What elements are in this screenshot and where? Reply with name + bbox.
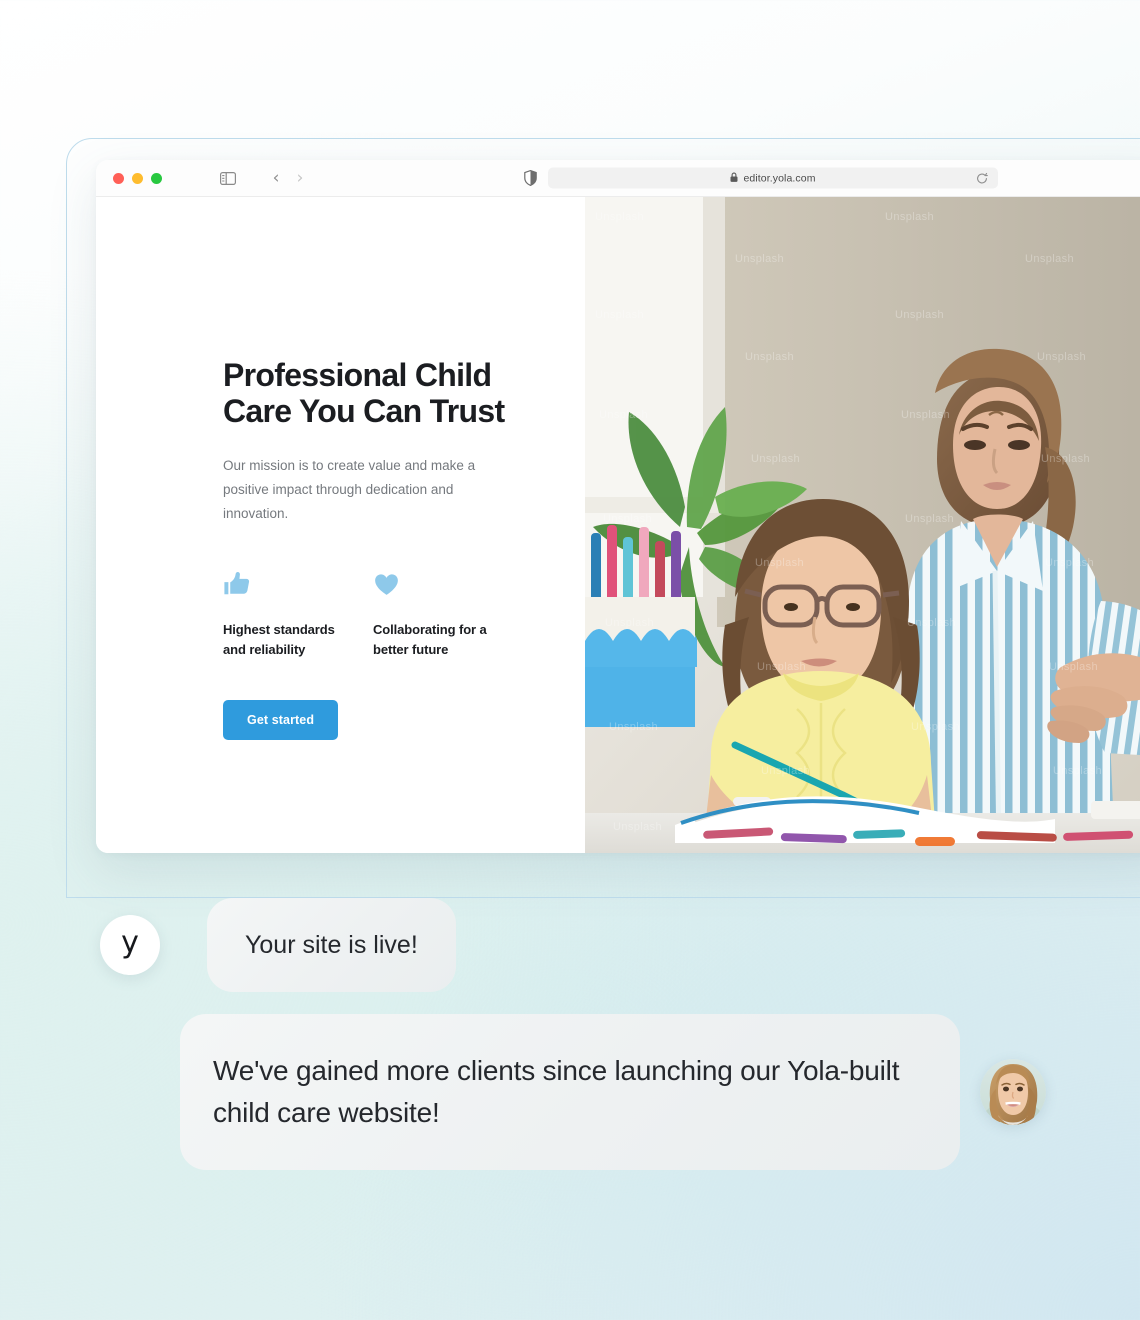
chat-bubble-site-live: Your site is live!: [207, 898, 456, 992]
lock-icon: [730, 169, 738, 187]
minimize-window-button[interactable]: [132, 172, 143, 184]
url-text: editor.yola.com: [743, 172, 816, 184]
hero-image: Unsplash Unsplash Unsplash Unsplash Unsp…: [585, 197, 1140, 853]
sidebar-toggle-icon[interactable]: [220, 171, 236, 185]
hero-subtext: Our mission is to create value and make …: [223, 457, 476, 521]
yola-logo-avatar: y: [100, 915, 160, 975]
yola-brand-mark: y: [121, 925, 139, 960]
hero-text-column: Professional Child Care You Can Trust Ou…: [96, 197, 585, 853]
navigation-arrows[interactable]: ‹ ›: [266, 168, 310, 188]
feature-label: Highest standards and reliability: [223, 621, 335, 658]
address-bar[interactable]: editor.yola.com: [548, 167, 998, 189]
get-started-button[interactable]: Get started: [223, 700, 339, 741]
client-photo-avatar: [980, 1059, 1046, 1125]
address-bar-content: editor.yola.com: [730, 169, 815, 187]
browser-window: ‹ › editor.yola.com Professional Child C…: [96, 160, 1140, 853]
website-preview: Professional Child Care You Can Trust Ou…: [96, 197, 1140, 853]
chat-row-client: We've gained more clients since launchin…: [0, 1014, 1140, 1170]
feature-list: Highest standards and reliability Collab…: [223, 568, 523, 660]
reload-icon[interactable]: [976, 172, 988, 184]
client-avatar-illustration: [980, 1059, 1046, 1125]
privacy-shield-icon[interactable]: [524, 170, 537, 186]
feature-item-standards: Highest standards and reliability: [223, 568, 373, 660]
chat-section: y Your site is live! We've gained more c…: [0, 898, 1140, 1170]
thumbs-up-icon: [223, 568, 373, 598]
browser-toolbar: ‹ › editor.yola.com: [96, 160, 1140, 197]
page-title: Professional Child Care You Can Trust: [223, 357, 505, 430]
chat-bubble-testimonial: We've gained more clients since launchin…: [180, 1014, 960, 1170]
feature-label: Collaborating for a better future: [373, 621, 487, 658]
window-controls[interactable]: [113, 172, 162, 184]
maximize-window-button[interactable]: [151, 172, 162, 184]
back-button[interactable]: ‹: [266, 168, 286, 188]
hero-photo-illustration: [585, 197, 1140, 853]
feature-item-collaboration: Collaborating for a better future: [373, 568, 523, 660]
close-window-button[interactable]: [113, 172, 124, 184]
heart-icon: [373, 568, 523, 598]
chat-row-yola: y Your site is live!: [0, 898, 1140, 992]
forward-button[interactable]: ›: [290, 168, 310, 188]
